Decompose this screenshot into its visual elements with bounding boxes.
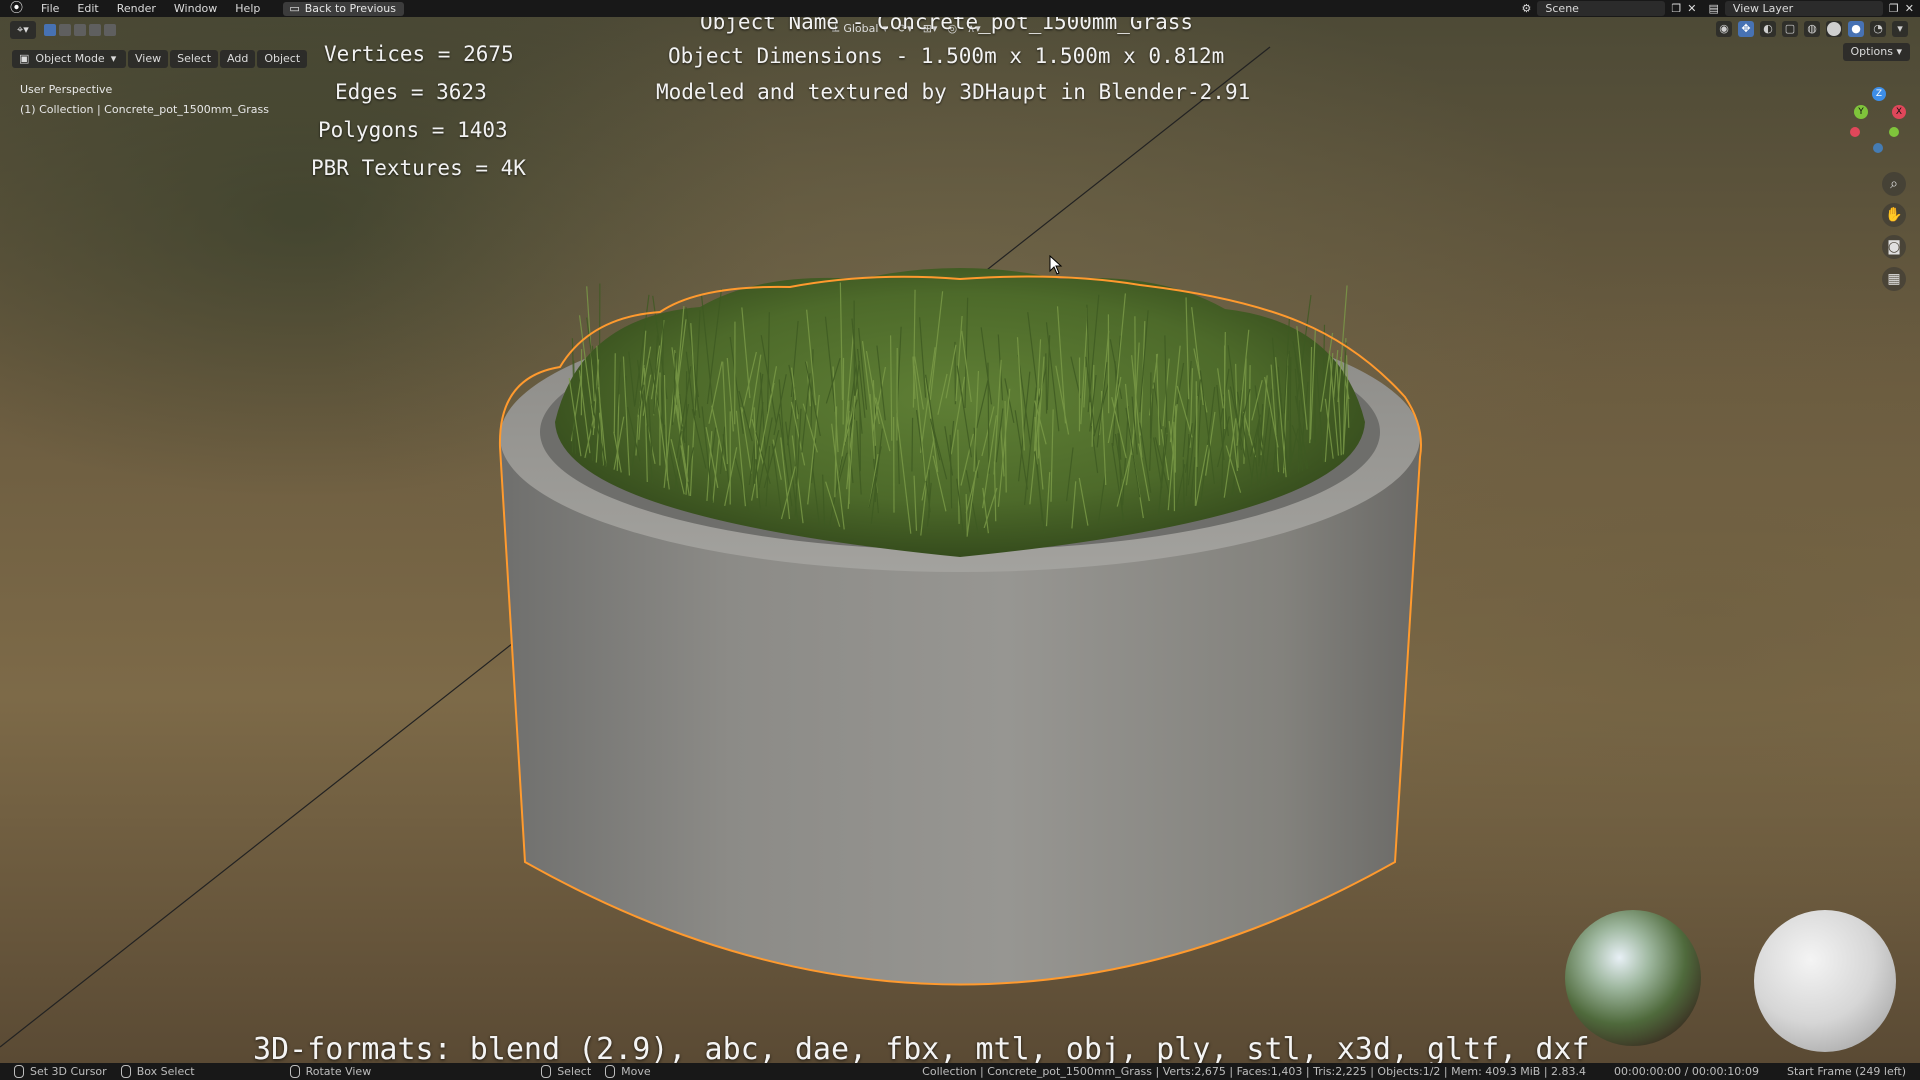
select-invert-icon[interactable] [103, 24, 116, 36]
solid-shading-icon[interactable] [1826, 21, 1842, 37]
z-axis-handle[interactable]: Z [1872, 87, 1886, 101]
object-dimensions-text: Object Dimensions - 1.500m x 1.500m x 0.… [668, 44, 1225, 68]
left-mouse-drag-icon [120, 1065, 131, 1078]
wireframe-shading-icon[interactable]: ◍ [1804, 21, 1820, 37]
new-view-layer-icon[interactable]: ❐ [1889, 2, 1899, 15]
status-select: Select [541, 1065, 591, 1078]
neg-y-axis-handle[interactable] [1889, 127, 1899, 137]
select-new-icon[interactable] [58, 24, 71, 36]
status-set-cursor: Set 3D Cursor [14, 1065, 107, 1078]
object-menu[interactable]: Object [257, 50, 308, 68]
orthographic-toggle-icon[interactable]: ▦ [1882, 267, 1906, 291]
view-layer-field[interactable]: View Layer [1724, 1, 1883, 16]
chevron-down-icon: ▾ [110, 52, 117, 65]
middle-mouse-icon [289, 1065, 300, 1078]
delete-scene-icon[interactable]: ✕ [1687, 2, 1696, 15]
editor-type-icon: ⌖▾ [17, 23, 29, 36]
credit-text: Modeled and textured by 3DHaupt in Blend… [656, 80, 1251, 104]
status-select-label: Select [557, 1065, 592, 1078]
object-mode-label: Object Mode [35, 52, 105, 65]
mouse-cursor-icon [1049, 255, 1063, 275]
back-to-previous-button[interactable]: ▭ Back to Previous [283, 1, 404, 16]
options-dropdown[interactable]: Options ▾ [1842, 43, 1910, 61]
rendered-shading-icon[interactable]: ◔ [1870, 21, 1886, 37]
visibility-icon[interactable]: ◉ [1716, 21, 1732, 37]
playback-time: 00:00:00:00 / 00:00:10:09 [1614, 1065, 1759, 1078]
active-collection-label: (1) Collection | Concrete_pot_1500mm_Gra… [20, 103, 269, 116]
right-mouse-icon [541, 1065, 552, 1078]
material-preview-sphere [1754, 910, 1896, 1052]
blender-logo-icon[interactable]: ⦿ [10, 1, 26, 16]
view-layer-selector[interactable]: ▤ View Layer ❐ ✕ [1703, 1, 1920, 16]
menu-window[interactable]: Window [165, 0, 226, 17]
start-frame-info: Start Frame (249 left) [1786, 1065, 1906, 1078]
status-rotate-view-label: Rotate View [305, 1065, 372, 1078]
menu-render[interactable]: Render [108, 0, 165, 17]
add-menu[interactable]: Add [220, 50, 256, 68]
edges-text: Edges = 3623 [335, 80, 487, 104]
material-preview-shading-icon[interactable]: ● [1848, 21, 1864, 37]
view-layer-icon: ▤ [1708, 2, 1719, 15]
new-scene-icon[interactable]: ❐ [1671, 2, 1681, 15]
overlay-toggle-icon[interactable]: ◐ [1760, 21, 1776, 37]
hdri-preview-sphere [1565, 910, 1701, 1046]
select-menu[interactable]: Select [170, 50, 219, 68]
back-to-previous-label: Back to Previous [304, 1, 396, 15]
menu-help[interactable]: Help [226, 0, 269, 17]
y-axis-handle[interactable]: Y [1854, 105, 1868, 119]
right-mouse-drag-icon [605, 1065, 616, 1078]
scene-render [0, 46, 1422, 1048]
object-name-text: Object Name - Concrete_pot_1500mm_Grass [700, 17, 1194, 34]
top-menu-bar: ⦿ File Edit Render Window Help ▭ Back to… [0, 0, 1920, 17]
status-set-cursor-label: Set 3D Cursor [30, 1065, 107, 1078]
menu-edit[interactable]: Edit [68, 0, 107, 17]
status-move: Move [605, 1065, 651, 1078]
scene-field[interactable]: Scene [1537, 1, 1666, 16]
view-perspective-label: User Perspective [20, 83, 113, 96]
shading-options-icon[interactable]: ▾ [1892, 21, 1908, 37]
neg-z-axis-handle[interactable] [1873, 143, 1883, 153]
screen-icon: ▭ [289, 1, 300, 15]
pan-hand-icon[interactable]: ✋ [1882, 203, 1906, 227]
gizmo-toggle-icon[interactable]: ✥ [1738, 21, 1754, 37]
view-menu[interactable]: View [128, 50, 169, 68]
viewport-shading-tools: ◉ ✥ ◐ ▢ ◍ ● ◔ ▾ [1716, 21, 1908, 37]
status-move-label: Move [621, 1065, 651, 1078]
menu-file[interactable]: File [32, 0, 68, 17]
zoom-icon[interactable]: ⌕ [1882, 172, 1906, 196]
select-mode-group [43, 24, 116, 36]
scene-statistics: Collection | Concrete_pot_1500mm_Grass |… [922, 1065, 1587, 1078]
status-box-select-label: Box Select [136, 1065, 195, 1078]
textures-text: PBR Textures = 4K [311, 156, 526, 180]
viewport-menu-row: ▣ Object Mode ▾ View Select Add Object [10, 50, 308, 68]
scene-icon: ⚙ [1521, 2, 1532, 15]
vertices-text: Vertices = 2675 [324, 42, 514, 66]
formats-text: 3D-formats: blend (2.9), abc, dae, fbx, … [253, 1032, 1590, 1063]
polygons-text: Polygons = 1403 [318, 118, 508, 142]
left-mouse-icon [14, 1065, 24, 1078]
status-bar: Set 3D Cursor Box Select Rotate View Sel… [0, 1063, 1920, 1080]
xray-icon[interactable]: ▢ [1782, 21, 1798, 37]
options-label: Options [1850, 45, 1893, 58]
select-box-icon[interactable] [43, 24, 56, 36]
status-rotate-view: Rotate View [289, 1065, 372, 1078]
x-axis-handle[interactable]: X [1892, 105, 1906, 119]
object-mode-icon: ▣ [19, 52, 30, 65]
neg-x-axis-handle[interactable] [1850, 127, 1860, 137]
scene-selector[interactable]: ⚙ Scene ❐ ✕ [1516, 1, 1703, 16]
delete-view-layer-icon[interactable]: ✕ [1905, 2, 1914, 15]
status-right: Collection | Concrete_pot_1500mm_Grass |… [922, 1063, 1906, 1080]
status-box-select: Box Select [120, 1065, 195, 1078]
navigation-gizmo[interactable]: Z Y X [1830, 87, 1906, 167]
select-extend-icon[interactable] [73, 24, 86, 36]
3d-viewport[interactable]: ⌖▾ ▣ Object Mode ▾ View Select Add Objec… [0, 17, 1920, 1063]
editor-type-button[interactable]: ⌖▾ [10, 21, 36, 39]
camera-view-icon[interactable]: ◙ [1882, 235, 1906, 259]
select-subtract-icon[interactable] [88, 24, 101, 36]
top-right-fields: ⚙ Scene ❐ ✕ ▤ View Layer ❐ ✕ [1516, 0, 1920, 17]
object-mode-dropdown[interactable]: ▣ Object Mode ▾ [12, 50, 126, 68]
